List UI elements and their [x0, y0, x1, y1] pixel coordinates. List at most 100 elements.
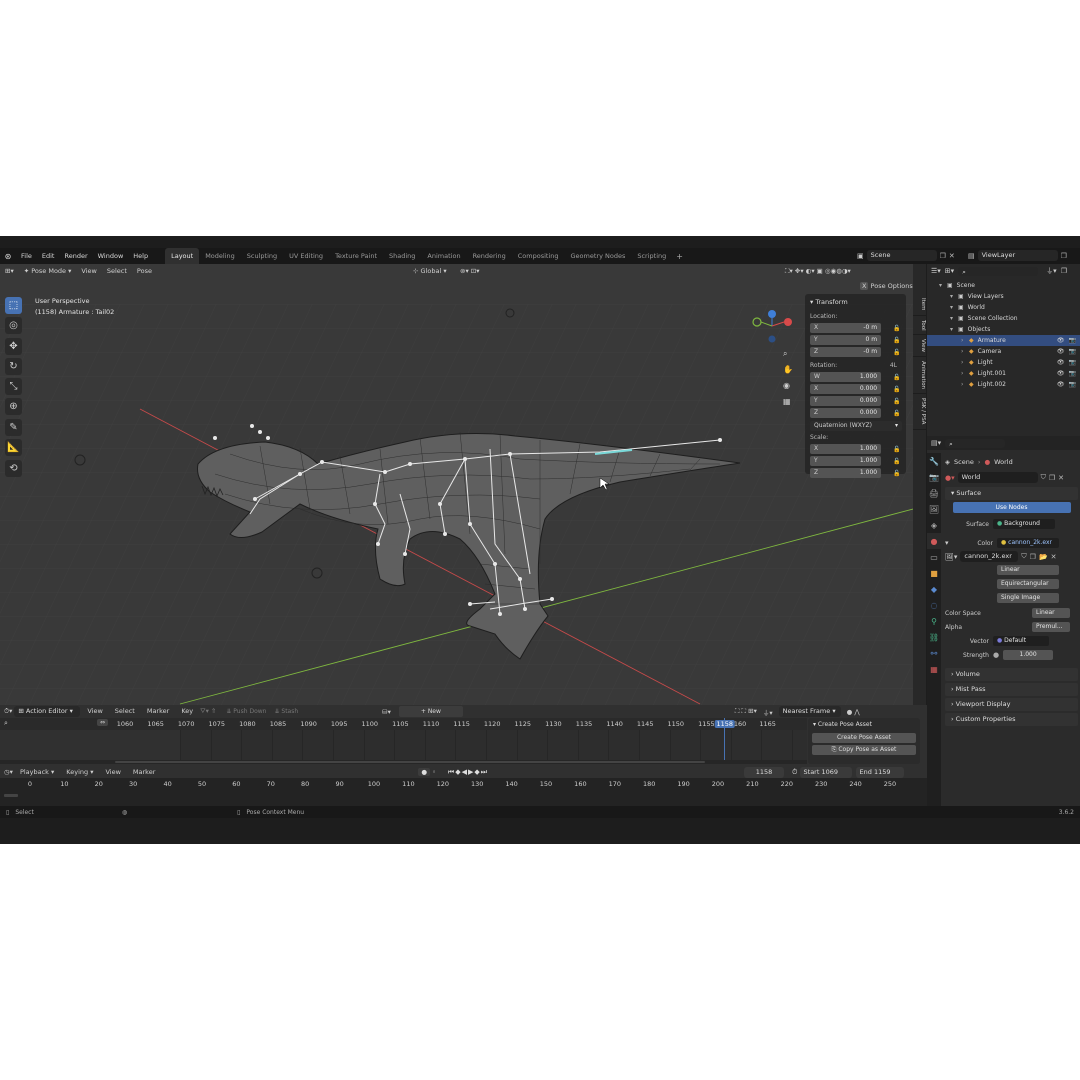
start-frame-field[interactable]: Start 1069 — [799, 766, 852, 778]
keyframe-type-icons[interactable]: ⛛▾ ⇑ — [200, 707, 216, 716]
modifier-tab-icon[interactable]: ◆ — [927, 581, 941, 597]
use-nodes-button[interactable]: Use Nodes — [952, 502, 1071, 513]
rotation-y-field[interactable]: Y 0.000 — [810, 396, 882, 406]
ae-marker-menu[interactable]: Marker — [142, 705, 174, 718]
tab-layout[interactable]: Layout — [165, 248, 200, 264]
lock-icon[interactable]: 🔓 — [893, 349, 901, 356]
pivot-snap-icons[interactable]: ⊚▾ ⊡▾ — [455, 264, 484, 278]
scale-y-field[interactable]: Y 1.000 — [810, 456, 882, 466]
stash-button[interactable]: ⇊ Stash — [274, 708, 298, 715]
ae-key-menu[interactable]: Key — [176, 705, 198, 718]
expand-arrow-icon[interactable]: › — [961, 359, 969, 366]
image-name-field[interactable]: cannon_2k.exr — [960, 551, 1019, 562]
menu-file[interactable]: File — [16, 248, 37, 264]
tool-tab-icon[interactable]: 🔧 — [927, 453, 941, 469]
eye-icon[interactable]: 👁 — [1057, 335, 1065, 346]
push-down-button[interactable]: ⇊ Push Down — [226, 708, 266, 715]
tab-modeling[interactable]: Modeling — [199, 248, 241, 264]
snap-mode-select[interactable]: Nearest Frame ▾ — [778, 706, 841, 717]
expand-arrow-icon[interactable]: › — [961, 337, 969, 344]
new-action-button[interactable]: + New — [398, 706, 463, 717]
location-x-field[interactable]: X -0 m — [810, 323, 882, 333]
image-fake-user-icon[interactable]: ⛉ — [1021, 552, 1026, 561]
lock-icon[interactable]: 🔓 — [893, 337, 901, 344]
ae-search-icon[interactable]: ⌕ — [4, 719, 8, 728]
select-box-icon[interactable]: ⬚ — [5, 297, 22, 314]
color-input-field[interactable]: ● cannon_2k.exr — [997, 538, 1059, 548]
color-space-select[interactable]: Linear — [1032, 608, 1070, 618]
scene-tab-icon[interactable]: ◈ — [927, 517, 941, 533]
outliner-item-objects[interactable]: ▾ ▣ Objects — [927, 324, 1080, 335]
vector-input-field[interactable]: ● Default — [993, 636, 1049, 646]
panel-viewport-display[interactable]: › Viewport Display — [945, 698, 1078, 711]
sidebar-tab-tool[interactable]: Tool — [913, 316, 926, 336]
constraints-tab-icon[interactable]: ⛓ — [927, 629, 941, 645]
outliner-item-light-001[interactable]: › ◆ Light.001 👁 📷 — [927, 368, 1080, 379]
keying-menu[interactable]: Keying ▾ — [61, 766, 98, 778]
display-mode-icon[interactable]: ⊞▾ — [945, 267, 954, 275]
rotation-z-field[interactable]: Z 0.000 — [810, 408, 882, 418]
fake-user-icon[interactable]: ⛉ — [1041, 473, 1046, 482]
source-select[interactable]: Single Image — [997, 593, 1059, 603]
move-icon[interactable]: ✥ — [5, 338, 22, 355]
surface-shader-field[interactable]: ● Background — [993, 519, 1055, 529]
menu-edit[interactable]: Edit — [37, 248, 60, 264]
editor-type-icon[interactable]: ⊞▾ — [0, 264, 19, 278]
pose-menu[interactable]: Pose — [132, 264, 157, 278]
ae-scrollbar[interactable] — [0, 760, 807, 764]
select-menu[interactable]: Select — [102, 264, 132, 278]
dopesheet-channels[interactable] — [180, 718, 807, 760]
outliner-item-light-002[interactable]: › ◆ Light.002 👁 📷 — [927, 379, 1080, 390]
timeline-scrollbar[interactable] — [4, 794, 18, 797]
outliner-editor-icon[interactable]: ☰▾ — [931, 267, 941, 275]
visibility-icons[interactable]: 👁 📷 — [1057, 346, 1076, 357]
image-open-icon[interactable]: 📂 — [1039, 553, 1048, 561]
measure-icon[interactable]: 📐 — [5, 439, 22, 456]
record-button-icon[interactable]: ● — [418, 768, 431, 776]
create-pose-asset-button[interactable]: Create Pose Asset — [812, 733, 916, 743]
bone-roll-icon[interactable]: ⟲ — [5, 460, 22, 477]
menu-window[interactable]: Window — [93, 248, 129, 264]
cursor-icon[interactable]: ◎ — [5, 317, 22, 334]
output-tab-icon[interactable]: 🖨 — [927, 485, 941, 501]
properties-editor-icon[interactable]: ▤▾ — [931, 439, 941, 447]
playback-menu[interactable]: Playback ▾ — [15, 766, 59, 778]
sidebar-tab-view[interactable]: View — [913, 335, 926, 358]
gizmo-overlay-icons[interactable]: ⛶▾ ✥▾ ◐▾ ▣ ◎◉◍◑▾ — [780, 264, 856, 278]
transform-orientation[interactable]: ⊹ Global ▾ — [408, 264, 452, 278]
playback-controls-icon[interactable]: ⏮◆◀▶◆⏭ — [448, 768, 488, 777]
sidebar-tab-psk-psa[interactable]: PSK / PSA — [913, 394, 926, 430]
scale-x-field[interactable]: X 1.000 — [810, 444, 882, 454]
render-camera-icon[interactable]: 📷 — [1069, 346, 1076, 357]
rotation-mode-badge[interactable]: 4L — [890, 362, 897, 369]
filter-icons[interactable]: ⛶ ⛶ ⊞▾ — [735, 707, 757, 716]
view-menu[interactable]: View — [76, 264, 101, 278]
tab-shading[interactable]: Shading — [383, 248, 421, 264]
outliner-search-input[interactable]: ⌕ — [958, 266, 1039, 276]
rotation-x-field[interactable]: X 0.000 — [810, 384, 882, 394]
transform-icon[interactable]: ⊕ — [5, 398, 22, 415]
object-tab-icon[interactable]: ■ — [927, 565, 941, 581]
action-browse-icon[interactable]: ⛁▾ — [382, 708, 391, 716]
lock-icon[interactable]: 🔓 — [893, 458, 901, 465]
panel-mist-pass[interactable]: › Mist Pass — [945, 683, 1078, 696]
ae-range-icon[interactable]: ⇔ — [97, 719, 109, 726]
lock-icon[interactable]: 🔓 — [893, 325, 901, 332]
outliner-item-scene-collection[interactable]: ▾ ▣ Scene Collection — [927, 313, 1080, 324]
timeline-frame-ruler[interactable]: 0 10 20 30 40 50 60 70 80 90 100 110 120 130 140 150 160… — [0, 778, 927, 790]
new-viewlayer-icon[interactable]: ❐ — [1061, 252, 1067, 260]
location-y-field[interactable]: Y 0 m — [810, 335, 882, 345]
use-preview-range-icon[interactable]: ⏱ — [792, 768, 797, 777]
outliner-item-camera[interactable]: › ◆ Camera 👁 📷 — [927, 346, 1080, 357]
location-z-field[interactable]: Z -0 m — [810, 347, 882, 357]
lock-icon[interactable]: 🔓 — [893, 446, 901, 453]
ae-select-menu[interactable]: Select — [110, 705, 140, 718]
interpolation-select[interactable]: Linear — [997, 565, 1059, 575]
copy-pose-asset-button[interactable]: ⎘ Copy Pose as Asset — [812, 745, 916, 755]
tab-animation[interactable]: Animation — [421, 248, 466, 264]
ae-filter-icon[interactable]: ⏚▾ — [763, 707, 773, 717]
panel-volume[interactable]: › Volume — [945, 668, 1078, 681]
world-browse-icon[interactable]: ●▾ — [945, 474, 955, 482]
collection-tab-icon[interactable]: ▭ — [927, 549, 941, 565]
surface-panel-header[interactable]: ▾ Surface — [945, 487, 1078, 500]
